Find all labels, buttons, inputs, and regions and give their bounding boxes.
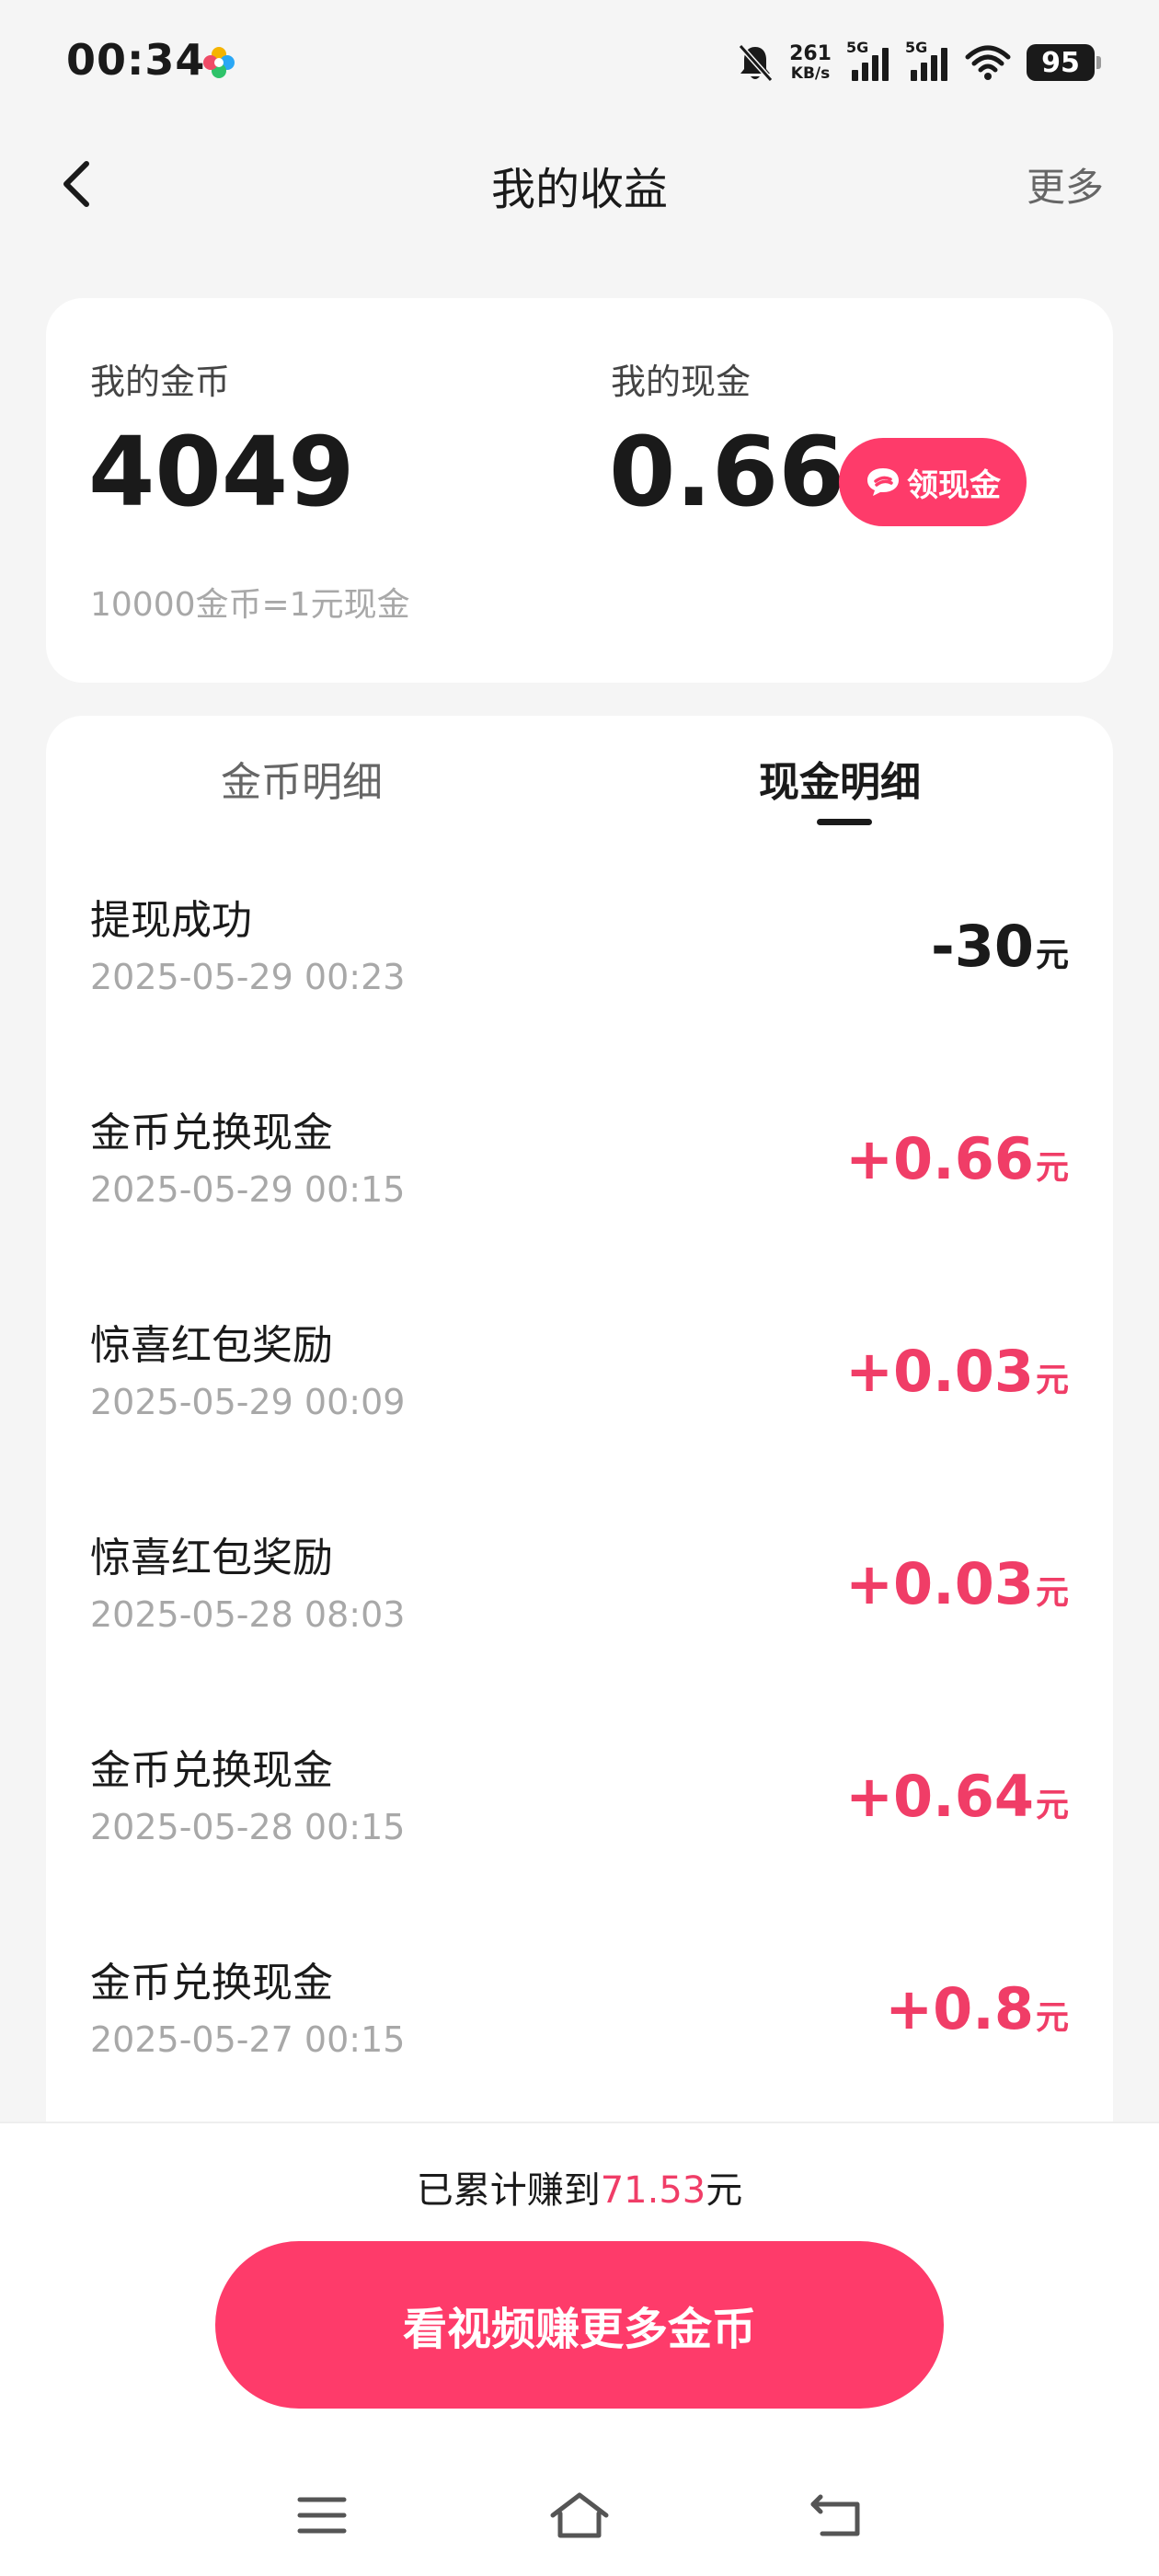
transaction-row[interactable]: 惊喜红包奖励 2025-05-29 00:09 +0.03元 xyxy=(46,1312,1113,1496)
signal-label: 5G xyxy=(846,39,869,56)
amount-unit: 元 xyxy=(1035,937,1069,974)
amount-value: +0.03 xyxy=(845,1338,1034,1405)
withdraw-cash-label: 领现金 xyxy=(907,466,1001,504)
amount-unit: 元 xyxy=(1035,1999,1069,2037)
active-tab-indicator xyxy=(817,819,872,825)
transaction-row[interactable]: 金币兑换现金 2025-05-27 00:15 +0.8元 xyxy=(46,1949,1113,2133)
transaction-title: 惊喜红包奖励 xyxy=(90,1322,333,1369)
wifi-icon xyxy=(965,45,1011,80)
amount-value: +0.66 xyxy=(845,1125,1034,1192)
transaction-amount: +0.8元 xyxy=(885,1975,1069,2042)
page-title: 我的收益 xyxy=(490,164,668,215)
withdraw-cash-button[interactable]: 领现金 xyxy=(839,438,1027,526)
transaction-amount: +0.66元 xyxy=(845,1125,1069,1192)
balance-card: 我的金币 4049 我的现金 0.66 领现金 10000金币=1元现金 xyxy=(46,298,1113,683)
system-menu-button[interactable] xyxy=(285,2478,359,2552)
transaction-amount: +0.03元 xyxy=(845,1338,1069,1405)
battery-icon: 95 xyxy=(1027,44,1101,81)
amount-unit: 元 xyxy=(1035,1149,1069,1187)
earnings-screen: 00:34 261 KB/s 5G 5G 95 我的收益 更多 我的金币 404… xyxy=(0,0,1159,2576)
network-speed-value: 261 xyxy=(789,41,832,65)
transaction-row[interactable]: 金币兑换现金 2025-05-29 00:15 +0.66元 xyxy=(46,1099,1113,1283)
home-icon xyxy=(550,2492,609,2538)
transaction-amount: +0.64元 xyxy=(845,1763,1069,1830)
transaction-title: 金币兑换现金 xyxy=(90,1960,333,2007)
system-back-button[interactable] xyxy=(800,2478,874,2552)
amount-unit: 元 xyxy=(1035,1574,1069,1612)
transaction-time: 2025-05-28 08:03 xyxy=(90,1594,406,1635)
transaction-time: 2025-05-29 00:09 xyxy=(90,1382,406,1422)
signal-5g-icon: 5G xyxy=(905,40,949,85)
amount-value: +0.64 xyxy=(845,1763,1034,1830)
coin-balance-value: 4049 xyxy=(88,416,355,528)
watch-video-earn-button[interactable]: 看视频赚更多金币 xyxy=(215,2241,944,2409)
total-earned-prefix: 已累计赚到 xyxy=(416,2169,601,2212)
transaction-amount: -30元 xyxy=(931,913,1069,980)
signal-5g-icon: 5G xyxy=(846,40,890,85)
menu-icon xyxy=(297,2497,347,2534)
network-speed: 261 KB/s xyxy=(789,41,832,83)
system-home-button[interactable] xyxy=(543,2478,616,2552)
total-earned-amount: 71.53 xyxy=(600,2169,706,2212)
status-indicators: 261 KB/s 5G 5G 95 xyxy=(736,37,1101,88)
amount-value: +0.8 xyxy=(885,1975,1034,2042)
total-earned-summary: 已累计赚到71.53元 xyxy=(0,2160,1159,2214)
tab-coin-details[interactable]: 金币明细 xyxy=(221,749,383,808)
transaction-row[interactable]: 惊喜红包奖励 2025-05-28 08:03 +0.03元 xyxy=(46,1524,1113,1708)
transaction-details-card: 金币明细 现金明细 提现成功 2025-05-29 00:23 -30元 金币兑… xyxy=(46,716,1113,2188)
transaction-title: 提现成功 xyxy=(90,897,252,944)
transaction-title: 金币兑换现金 xyxy=(90,1747,333,1794)
transaction-time: 2025-05-28 00:15 xyxy=(90,1807,406,1847)
transaction-time: 2025-05-29 00:15 xyxy=(90,1169,406,1210)
tab-cash-details[interactable]: 现金明细 xyxy=(759,749,921,808)
transaction-time: 2025-05-27 00:15 xyxy=(90,2019,406,2060)
transaction-title: 惊喜红包奖励 xyxy=(90,1535,333,1581)
status-time: 00:34 xyxy=(66,35,206,85)
transaction-title: 金币兑换现金 xyxy=(90,1110,333,1156)
amount-value: +0.03 xyxy=(845,1550,1034,1617)
transaction-time: 2025-05-29 00:23 xyxy=(90,957,406,997)
amount-unit: 元 xyxy=(1035,1787,1069,1824)
return-icon xyxy=(810,2494,860,2536)
chat-bubble-icon xyxy=(867,468,899,496)
exchange-rate-note: 10000金币=1元现金 xyxy=(90,586,410,624)
transaction-row[interactable]: 金币兑换现金 2025-05-28 00:15 +0.64元 xyxy=(46,1737,1113,1921)
transaction-amount: +0.03元 xyxy=(845,1550,1069,1617)
bell-muted-icon xyxy=(738,44,774,82)
amount-value: -30 xyxy=(930,913,1034,980)
amount-unit: 元 xyxy=(1035,1362,1069,1399)
cash-balance-label: 我的现金 xyxy=(611,362,752,402)
cash-balance-value: 0.66 xyxy=(609,416,845,528)
app-notification-icon xyxy=(203,47,235,78)
status-bar: 00:34 261 KB/s 5G 5G 95 xyxy=(0,0,1159,120)
coin-balance-label: 我的金币 xyxy=(90,362,231,402)
network-speed-unit: KB/s xyxy=(790,63,831,83)
total-earned-suffix: 元 xyxy=(706,2169,743,2212)
bottom-panel: 已累计赚到71.53元 看视频赚更多金币 xyxy=(0,2122,1159,2576)
more-button[interactable]: 更多 xyxy=(1027,156,1104,213)
transaction-row[interactable]: 提现成功 2025-05-29 00:23 -30元 xyxy=(46,887,1113,1071)
signal-label: 5G xyxy=(905,39,928,56)
